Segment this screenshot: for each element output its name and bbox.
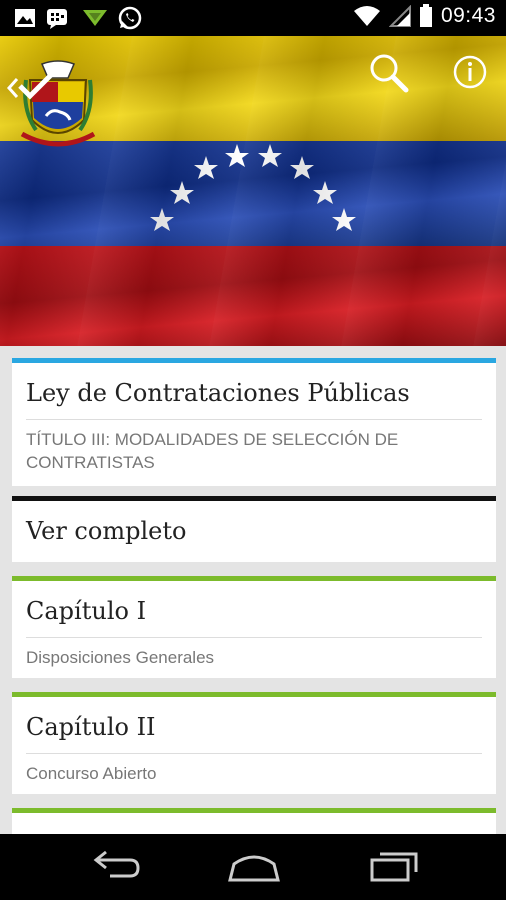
download-icon bbox=[83, 10, 107, 26]
chapter-2-subtitle: Concurso Abierto bbox=[26, 764, 157, 783]
nav-recents-button[interactable] bbox=[364, 846, 424, 886]
info-icon bbox=[453, 55, 487, 89]
view-full-label: Ver completo bbox=[26, 517, 187, 545]
nav-back-button[interactable] bbox=[84, 846, 144, 886]
battery-icon bbox=[419, 4, 432, 27]
chapter-1-subtitle: Disposiciones Generales bbox=[26, 648, 215, 667]
navigation-bar bbox=[0, 834, 506, 900]
law-card[interactable]: Ley de Contrataciones Públicas TÍTULO II… bbox=[12, 358, 496, 486]
home-icon bbox=[228, 855, 280, 882]
chapter-1-title: Capítulo I bbox=[26, 597, 147, 625]
back-icon bbox=[93, 850, 140, 878]
view-full-card[interactable]: Ver completo bbox=[12, 496, 496, 562]
whatsapp-icon bbox=[118, 6, 142, 30]
wifi-icon bbox=[353, 6, 380, 26]
signal-icon bbox=[388, 5, 411, 27]
search-button[interactable] bbox=[366, 50, 410, 94]
clock: 09:43 bbox=[440, 4, 496, 27]
chapter-1-card[interactable]: Capítulo I Disposiciones Generales bbox=[12, 576, 496, 678]
nav-home-button[interactable] bbox=[224, 846, 284, 886]
home-up-button[interactable] bbox=[2, 56, 96, 147]
content-list: Ley de Contrataciones Públicas TÍTULO II… bbox=[0, 346, 506, 834]
search-icon bbox=[370, 54, 409, 93]
check-icon bbox=[18, 72, 54, 100]
bbm-icon bbox=[47, 9, 67, 29]
law-title: Ley de Contrataciones Públicas bbox=[26, 379, 410, 407]
status-bar: 09:43 bbox=[0, 0, 506, 36]
law-subtitle: TÍTULO III: MODALIDADES DE SELECCIÓN DE … bbox=[26, 430, 399, 472]
header-banner bbox=[0, 36, 506, 346]
image-icon bbox=[15, 9, 35, 27]
recents-icon bbox=[370, 852, 418, 882]
chapter-2-title: Capítulo II bbox=[26, 713, 156, 741]
info-button[interactable] bbox=[448, 50, 492, 94]
chapter-2-card[interactable]: Capítulo II Concurso Abierto bbox=[12, 692, 496, 794]
chapter-3-card[interactable] bbox=[12, 808, 496, 834]
